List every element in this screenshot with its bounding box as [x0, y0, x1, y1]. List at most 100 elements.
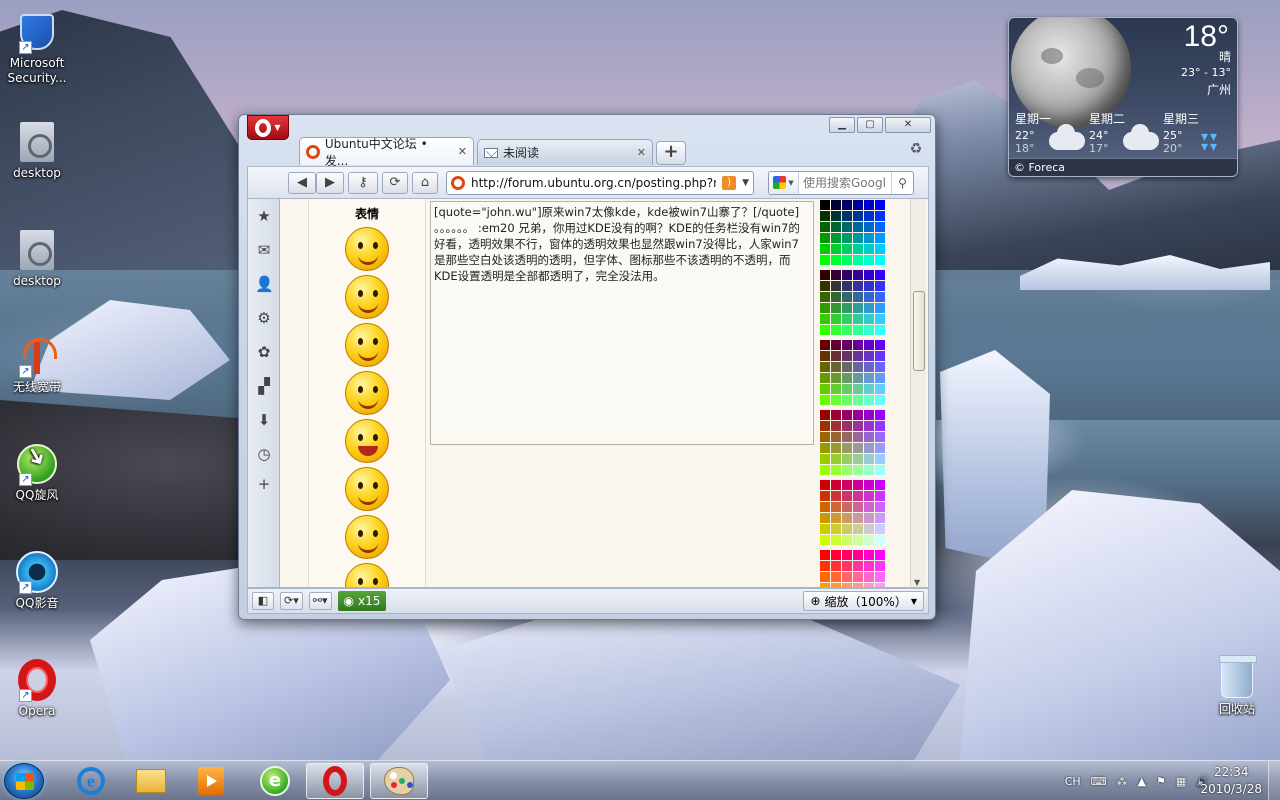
palette-swatch[interactable]: [820, 550, 830, 560]
palette-swatch[interactable]: [864, 535, 874, 545]
palette-swatch[interactable]: [864, 524, 874, 534]
palette-swatch[interactable]: [875, 281, 885, 291]
palette-swatch[interactable]: [864, 432, 874, 442]
rss-feed-icon[interactable]: ): [722, 175, 737, 190]
palette-swatch[interactable]: [853, 410, 863, 420]
minimize-button[interactable]: ▁: [829, 117, 855, 133]
palette-swatch[interactable]: [842, 491, 852, 501]
palette-swatch[interactable]: [831, 535, 841, 545]
palette-swatch[interactable]: [820, 513, 830, 523]
language-indicator[interactable]: CH: [1065, 775, 1081, 788]
palette-swatch[interactable]: [820, 524, 830, 534]
palette-swatch[interactable]: [875, 314, 885, 324]
palette-swatch[interactable]: [842, 270, 852, 280]
sync-button[interactable]: ⟳▾: [280, 592, 303, 610]
keyboard-icon[interactable]: ⌨: [1091, 775, 1107, 788]
palette-swatch[interactable]: [820, 373, 830, 383]
widgets-icon[interactable]: ✿: [255, 343, 273, 361]
palette-swatch[interactable]: [864, 572, 874, 582]
palette-swatch[interactable]: [842, 432, 852, 442]
palette-swatch[interactable]: [853, 561, 863, 571]
palette-swatch[interactable]: [820, 211, 830, 221]
palette-swatch[interactable]: [875, 572, 885, 582]
palette-swatch[interactable]: [864, 281, 874, 291]
history-clock-icon[interactable]: ◷: [255, 445, 273, 463]
palette-swatch[interactable]: [875, 410, 885, 420]
palette-swatch[interactable]: [875, 421, 885, 431]
palette-swatch[interactable]: [864, 502, 874, 512]
unite-button[interactable]: ⚯▾: [308, 592, 332, 610]
emoticon-partial[interactable]: [345, 563, 389, 587]
palette-swatch[interactable]: [842, 255, 852, 265]
palette-swatch[interactable]: [853, 351, 863, 361]
chevron-down-icon[interactable]: ▼: [742, 178, 749, 188]
palette-swatch[interactable]: [864, 395, 874, 405]
weather-gadget[interactable]: 18° 晴 23° - 13° 广州 星期一 22° 18° 星期二 24° 1…: [1008, 17, 1238, 177]
palette-swatch[interactable]: [853, 292, 863, 302]
palette-swatch[interactable]: [831, 513, 841, 523]
new-tab-button[interactable]: +: [656, 141, 686, 165]
palette-swatch[interactable]: [842, 373, 852, 383]
close-tab-icon[interactable]: ✕: [637, 146, 646, 159]
palette-swatch[interactable]: [820, 270, 830, 280]
palette-swatch[interactable]: [875, 443, 885, 453]
palette-swatch[interactable]: [875, 200, 885, 210]
palette-swatch[interactable]: [853, 421, 863, 431]
palette-swatch[interactable]: [831, 211, 841, 221]
palette-swatch[interactable]: [875, 270, 885, 280]
palette-swatch[interactable]: [853, 340, 863, 350]
palette-swatch[interactable]: [842, 465, 852, 475]
opera-browser-window[interactable]: ▼ ▁ ▢ ✕ Ubuntu中文论坛 • 发... ✕ 未阅读 ✕ + ♻ ◀ …: [238, 114, 936, 620]
palette-swatch[interactable]: [831, 325, 841, 335]
emoticon-smile[interactable]: [345, 227, 389, 271]
palette-swatch[interactable]: [831, 480, 841, 490]
reload-button[interactable]: ⟳: [382, 171, 408, 194]
tab-unread[interactable]: 未阅读 ✕: [477, 139, 653, 165]
palette-swatch[interactable]: [820, 222, 830, 232]
search-icon[interactable]: ⚲: [891, 171, 913, 194]
palette-swatch[interactable]: [875, 465, 885, 475]
palette-swatch[interactable]: [853, 480, 863, 490]
palette-swatch[interactable]: [853, 524, 863, 534]
palette-swatch[interactable]: [831, 443, 841, 453]
palette-swatch[interactable]: [853, 572, 863, 582]
palette-swatch[interactable]: [875, 561, 885, 571]
palette-swatch[interactable]: [820, 351, 830, 361]
palette-swatch[interactable]: [820, 480, 830, 490]
search-input[interactable]: 使用搜索Googl: [799, 174, 891, 191]
palette-swatch[interactable]: [820, 395, 830, 405]
palette-swatch[interactable]: [831, 362, 841, 372]
palette-swatch[interactable]: [853, 395, 863, 405]
palette-swatch[interactable]: [875, 454, 885, 464]
palette-swatch[interactable]: [831, 233, 841, 243]
palette-swatch[interactable]: [842, 211, 852, 221]
palette-swatch[interactable]: [864, 211, 874, 221]
palette-swatch[interactable]: [853, 255, 863, 265]
settings-gear-icon[interactable]: ⚙: [255, 309, 273, 327]
contacts-icon[interactable]: 👤: [255, 275, 274, 293]
palette-swatch[interactable]: [853, 491, 863, 501]
palette-swatch[interactable]: [864, 443, 874, 453]
palette-swatch[interactable]: [820, 465, 830, 475]
palette-swatch[interactable]: [842, 244, 852, 254]
palette-swatch[interactable]: [864, 270, 874, 280]
palette-swatch[interactable]: [853, 550, 863, 560]
palette-swatch[interactable]: [842, 535, 852, 545]
palette-swatch[interactable]: [875, 255, 885, 265]
palette-swatch[interactable]: [820, 454, 830, 464]
palette-swatch[interactable]: [831, 314, 841, 324]
palette-swatch[interactable]: [875, 222, 885, 232]
palette-swatch[interactable]: [820, 443, 830, 453]
maximize-button[interactable]: ▢: [857, 117, 883, 133]
palette-swatch[interactable]: [831, 200, 841, 210]
palette-swatch[interactable]: [842, 410, 852, 420]
scrollbar-thumb[interactable]: [913, 291, 925, 371]
close-tab-icon[interactable]: ✕: [458, 145, 467, 158]
start-button[interactable]: [4, 763, 44, 799]
palette-swatch[interactable]: [831, 410, 841, 420]
palette-swatch[interactable]: [831, 384, 841, 394]
action-center-icon[interactable]: ⚑: [1156, 775, 1166, 788]
palette-swatch[interactable]: [864, 384, 874, 394]
palette-swatch[interactable]: [864, 292, 874, 302]
palette-swatch[interactable]: [853, 384, 863, 394]
